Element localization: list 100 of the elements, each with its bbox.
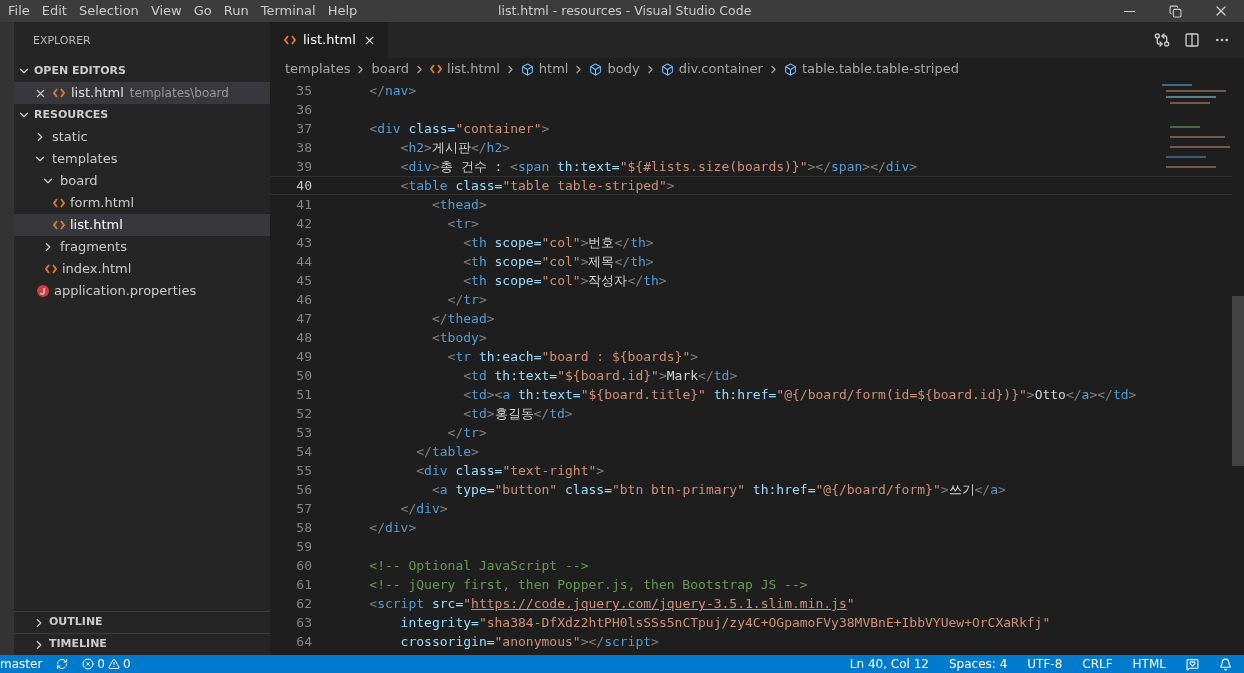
code-file-icon: [53, 198, 65, 208]
line-number: 62: [295, 594, 312, 613]
line-number: 37: [295, 119, 312, 138]
explorer-file[interactable]: index.html: [14, 258, 270, 280]
code-line: integrity="sha384-DfXdz2htPH0lsSSs5nCTpuj/zy4C+OGpamoFVy38MVBnE+IbbVYUew+OrCXaRkfj": [399, 614, 1051, 632]
code-line: <td th:text="${board.id}">Mark</td>: [462, 367, 738, 385]
code-line: </div>: [399, 500, 448, 518]
code-line: <tr>: [446, 215, 479, 233]
code-line: <th scope="col">제목</th>: [462, 253, 654, 271]
code-file-icon: [53, 88, 65, 98]
code-line: </table>: [415, 443, 479, 461]
line-number: 44: [295, 252, 312, 271]
git-branch[interactable]: master: [0, 655, 43, 673]
line-number: 60: [295, 556, 312, 575]
section-header[interactable]: OPEN EDITORS: [14, 60, 270, 82]
line-number: 53: [295, 423, 312, 442]
explorer-folder[interactable]: templates: [14, 148, 270, 170]
menu-item[interactable]: File: [2, 1, 36, 21]
explorer-file[interactable]: form.html: [14, 192, 270, 214]
code-line: <td>홍길동</td>: [462, 405, 573, 423]
menu-item[interactable]: Run: [217, 1, 255, 21]
line-number: 40: [295, 176, 312, 195]
explorer-file[interactable]: application.properties: [14, 280, 270, 302]
scrollbar-thumb[interactable]: [1232, 296, 1244, 466]
editor-tab[interactable]: list.html: [270, 22, 388, 58]
code-line: </thead>: [430, 310, 495, 328]
element-icon: [660, 62, 674, 76]
split-editor-icon[interactable]: [1184, 32, 1200, 48]
code-line: <thead>: [430, 196, 487, 214]
code-file-icon: [53, 220, 65, 230]
code-line: <th scope="col">작성자</th>: [462, 272, 667, 290]
code-file-icon: [284, 35, 296, 45]
explorer-folder[interactable]: fragments: [14, 236, 270, 258]
menu-item[interactable]: Help: [321, 1, 364, 21]
line-number: 59: [295, 537, 312, 556]
minimize-icon: [1123, 10, 1135, 12]
menu-item[interactable]: Edit: [35, 1, 73, 21]
code-line: <div class="container">: [368, 120, 550, 138]
breadcrumb-item[interactable]: list.html: [430, 59, 500, 79]
line-number: 51: [295, 385, 312, 404]
line-number: 64: [295, 632, 312, 651]
code-line: <td><a th:text="${board.title}" th:href="@{/board/form(id=${board.id})}">Otto</a></td>: [462, 386, 1137, 404]
compare-icon[interactable]: [1154, 32, 1170, 48]
menu-item[interactable]: Terminal: [254, 1, 322, 21]
breadcrumb-item[interactable]: table.table.table-striped: [783, 59, 959, 79]
section-header[interactable]: RESOURCES: [14, 104, 270, 126]
line-number: 35: [295, 81, 312, 100]
language-status[interactable]: HTML: [1132, 655, 1166, 673]
restore-icon: [1168, 4, 1182, 18]
breadcrumb-item[interactable]: div.container: [660, 59, 763, 79]
explorer-folder[interactable]: board: [14, 170, 270, 192]
line-number: 54: [295, 442, 312, 461]
line-number: 61: [295, 575, 312, 594]
breadcrumb-item[interactable]: board: [371, 59, 409, 79]
line-number: 52: [295, 404, 312, 423]
warning-icon: [107, 658, 120, 670]
code-line: </tr>: [446, 291, 487, 309]
menu-item[interactable]: Go: [187, 1, 218, 21]
element-icon: [520, 62, 534, 76]
code-line: </div>: [368, 519, 417, 537]
line-number: 56: [295, 480, 312, 499]
explorer-file[interactable]: list.html: [14, 214, 270, 236]
code-line: <tbody>: [430, 329, 487, 347]
error-icon: [82, 658, 95, 670]
menu-item[interactable]: Selection: [72, 1, 145, 21]
indentation-status[interactable]: Spaces: 4: [949, 655, 1008, 673]
code-line: <script src="https://code.jquery.com/jquery-3.5.1.slim.min.js": [368, 595, 855, 613]
code-line: </tr>: [446, 424, 487, 442]
sync-icon[interactable]: [56, 658, 69, 670]
line-number: 46: [295, 290, 312, 309]
line-number: 42: [295, 214, 312, 233]
code-line: <!-- jQuery first, then Popper.js, then Bootstrap JS -->: [368, 576, 808, 594]
breadcrumb-item[interactable]: templates: [285, 59, 351, 79]
line-number: 58: [295, 518, 312, 537]
line-number: 43: [295, 233, 312, 252]
line-number: 41: [295, 195, 312, 214]
code-line: </nav>: [368, 82, 417, 100]
code-line: <div class="text-right">: [415, 462, 605, 480]
line-number: 55: [295, 461, 312, 480]
notification-icon[interactable]: [1219, 657, 1232, 671]
feedback-icon[interactable]: [1186, 657, 1199, 671]
open-editor-item[interactable]: list.html templates\board: [14, 82, 270, 104]
explorer-folder[interactable]: static: [14, 126, 270, 148]
code-line: <th scope="col">번호</th>: [462, 234, 654, 252]
code-line: <tr th:each="board : ${boards}">: [446, 348, 699, 366]
code-line: <h2>게시판</h2>: [399, 139, 511, 157]
section-header[interactable]: OUTLINE: [14, 611, 270, 633]
line-number: 48: [295, 328, 312, 347]
line-ending-status[interactable]: CRLF: [1082, 655, 1113, 673]
encoding-status[interactable]: UTF-8: [1027, 655, 1063, 673]
code-line: <table class="table table-striped">: [399, 177, 675, 195]
menu-item[interactable]: View: [144, 1, 188, 21]
problems-status[interactable]: 0 0: [82, 655, 131, 673]
cursor-position[interactable]: Ln 40, Col 12: [849, 655, 929, 673]
line-number: 45: [295, 271, 312, 290]
line-number: 39: [295, 157, 312, 176]
code-line: <div>총 건수 : <span th:text="${#lists.size(boards)}"></span></div>: [399, 158, 918, 176]
breadcrumb-item[interactable]: body: [589, 59, 640, 79]
breadcrumb-item[interactable]: html: [520, 59, 569, 79]
element-icon: [589, 62, 603, 76]
